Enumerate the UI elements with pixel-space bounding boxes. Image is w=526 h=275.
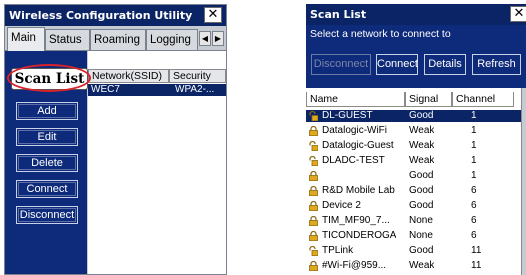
network-profile-list[interactable]: Network(SSID) Security WEC7 WPA2-... <box>88 51 226 274</box>
tab-scroll-left-icon[interactable]: ◀ <box>199 31 211 46</box>
list-item[interactable]: Datalogic-WiFi Weak 1 <box>306 125 526 137</box>
network-signal: Good <box>409 110 434 121</box>
column-header-channel[interactable]: Channel <box>452 92 514 107</box>
column-header-signal[interactable]: Signal <box>405 92 452 107</box>
lock-icon <box>309 260 318 272</box>
connect-button[interactable]: Connect <box>376 54 418 75</box>
network-signal: Weak <box>409 155 435 166</box>
network-channel: 1 <box>471 170 477 181</box>
wifi-open-icon <box>309 110 319 122</box>
network-name: TIM_MF90_7... <box>322 215 390 226</box>
wireless-config-window: Wireless Configuration Utility ✕ Main St… <box>4 4 227 275</box>
network-name: DL-GUEST <box>322 110 373 121</box>
disconnect-button[interactable]: Disconnect <box>16 206 78 224</box>
tab-status[interactable]: Status <box>45 29 90 50</box>
network-signal: Weak <box>409 140 435 151</box>
network-channel: 6 <box>471 200 477 211</box>
list-item[interactable]: Datalogic-Guest Weak 1 <box>306 140 526 152</box>
network-signal: None <box>409 230 433 241</box>
network-name: Datalogic-WiFi <box>322 125 388 136</box>
close-button[interactable]: ✕ <box>510 6 526 22</box>
network-channel: 6 <box>471 215 477 226</box>
wifi-open-icon <box>309 245 319 257</box>
network-channel: 6 <box>471 185 477 196</box>
list-item[interactable]: TICONDEROGA None 6 <box>306 230 526 242</box>
network-signal: Good <box>409 245 434 256</box>
lock-icon <box>309 230 318 242</box>
highlight-oval <box>7 64 91 92</box>
list-item[interactable]: TIM_MF90_7... None 6 <box>306 215 526 227</box>
tab-bar: Main Status Roaming Logging ◀ ▶ <box>5 26 226 51</box>
instruction-text: Select a network to connect to <box>310 28 451 40</box>
list-item[interactable]: Device 2 Good 6 <box>306 200 526 212</box>
lock-icon <box>309 215 318 227</box>
network-channel: 1 <box>471 140 477 151</box>
network-name: DLADC-TEST <box>322 155 385 166</box>
window-title: Wireless Configuration Utility <box>5 5 226 26</box>
list-item[interactable]: TPLink Good 11 <box>306 245 526 257</box>
tab-roaming[interactable]: Roaming <box>90 29 146 50</box>
network-name: #Wi-Fi@959... <box>322 260 387 271</box>
column-header-name[interactable]: Name <box>306 92 405 107</box>
lock-icon <box>309 125 318 137</box>
close-button[interactable]: ✕ <box>204 7 222 23</box>
network-name: Datalogic-Guest <box>322 140 394 151</box>
window-title: Scan List <box>306 4 526 25</box>
list-item[interactable]: WEC7 WPA2-... <box>88 84 226 96</box>
wifi-open-icon <box>309 140 319 152</box>
scan-network-list[interactable]: Name Signal Channel DL-GUEST Good 1 Datalog… <box>306 88 526 275</box>
list-item[interactable]: DLADC-TEST Weak 1 <box>306 155 526 167</box>
list-item[interactable]: R&D Mobile Lab Good 6 <box>306 185 526 197</box>
network-name: R&D Mobile Lab <box>322 185 395 196</box>
delete-button[interactable]: Delete <box>16 154 78 172</box>
scan-list-window: Scan List ✕ Select a network to connect … <box>306 4 526 275</box>
add-button[interactable]: Add <box>16 102 78 120</box>
network-signal: Weak <box>409 125 435 136</box>
wifi-open-icon <box>309 155 319 167</box>
network-signal: None <box>409 215 433 226</box>
disconnect-button[interactable]: Disconnect <box>311 54 371 75</box>
network-channel: 6 <box>471 230 477 241</box>
tab-logging[interactable]: Logging <box>146 29 198 50</box>
list-item[interactable]: DL-GUEST Good 1 <box>306 110 526 122</box>
column-header-ssid[interactable]: Network(SSID) <box>88 69 169 83</box>
tab-scroll-right-icon[interactable]: ▶ <box>212 31 224 46</box>
refresh-button[interactable]: Refresh <box>472 54 521 75</box>
network-name: Device 2 <box>322 200 361 211</box>
tab-main[interactable]: Main <box>7 27 45 51</box>
edit-button[interactable]: Edit <box>16 128 78 146</box>
network-signal: Weak <box>409 260 435 271</box>
list-item[interactable]: Good 1 <box>306 170 526 182</box>
network-channel: 11 <box>471 260 482 271</box>
network-signal: Good <box>409 185 434 196</box>
column-header-security[interactable]: Security <box>169 69 226 83</box>
network-channel: 1 <box>471 125 477 136</box>
list-item[interactable]: #Wi-Fi@959... Weak 11 <box>306 260 526 272</box>
network-name: TPLink <box>322 245 354 256</box>
lock-icon <box>309 200 318 212</box>
scrollbar[interactable] <box>521 88 526 275</box>
lock-icon <box>309 185 318 197</box>
network-channel: 1 <box>471 155 477 166</box>
network-channel: 11 <box>471 245 482 256</box>
profile-security: WPA2-... <box>175 84 215 95</box>
details-button[interactable]: Details <box>424 54 466 75</box>
network-signal: Good <box>409 200 434 211</box>
connect-button[interactable]: Connect <box>16 180 78 198</box>
network-name: TICONDEROGA <box>322 230 397 241</box>
network-channel: 1 <box>471 110 477 121</box>
network-signal: Good <box>409 170 434 181</box>
profile-ssid: WEC7 <box>91 84 120 95</box>
lock-icon <box>309 170 318 182</box>
